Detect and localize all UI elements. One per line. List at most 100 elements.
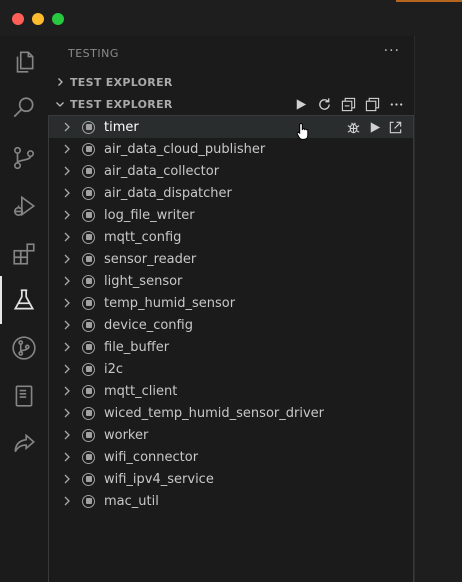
chevron-right-icon[interactable] bbox=[63, 386, 75, 396]
test-status-icon bbox=[82, 296, 95, 310]
notebook-icon bbox=[15, 385, 33, 407]
section-header-collapsed[interactable]: TEST EXPLORER bbox=[48, 71, 414, 93]
test-item-label: sensor_reader bbox=[104, 251, 197, 267]
test-item-wifi_ipv4_service[interactable]: wifi_ipv4_service bbox=[49, 468, 413, 490]
notebook-button[interactable] bbox=[0, 372, 48, 420]
chevron-right-icon[interactable] bbox=[63, 166, 75, 176]
chevron-right-icon[interactable] bbox=[63, 364, 75, 374]
chevron-right-icon[interactable] bbox=[63, 342, 75, 352]
go-to-test-icon bbox=[389, 121, 401, 133]
test-item-sensor_reader[interactable]: sensor_reader bbox=[49, 248, 413, 270]
testing-flask-icon bbox=[13, 289, 35, 310]
chevron-right-icon[interactable] bbox=[63, 232, 75, 242]
chevron-right-icon[interactable] bbox=[63, 320, 75, 330]
maximize-window-button[interactable] bbox=[52, 13, 64, 25]
run-all-tests-button[interactable] bbox=[292, 96, 308, 112]
show-output-button[interactable] bbox=[364, 96, 380, 112]
test-item-label: worker bbox=[104, 427, 149, 443]
run-icon bbox=[296, 98, 306, 110]
chevron-right-icon[interactable] bbox=[63, 298, 75, 308]
go-to-test-button[interactable] bbox=[387, 119, 403, 135]
refresh-tests-button[interactable] bbox=[316, 96, 332, 112]
chevron-right-icon[interactable] bbox=[63, 496, 75, 506]
more-actions-button[interactable] bbox=[388, 96, 404, 112]
debug-test-icon bbox=[347, 122, 359, 133]
run-test-icon bbox=[370, 121, 380, 133]
git-graph-button[interactable] bbox=[0, 324, 48, 372]
test-item-label: mac_util bbox=[104, 493, 159, 509]
test-item-air_data_collector[interactable]: air_data_collector bbox=[49, 160, 413, 182]
live-share-icon bbox=[14, 433, 35, 452]
search-icon bbox=[13, 97, 34, 118]
run-test-button[interactable] bbox=[366, 119, 382, 135]
chevron-right-icon[interactable] bbox=[63, 430, 75, 440]
test-status-icon bbox=[82, 362, 95, 376]
test-status-icon bbox=[82, 384, 95, 398]
test-status-icon bbox=[82, 472, 95, 486]
editor-area bbox=[415, 36, 462, 582]
explorer-button[interactable] bbox=[0, 38, 48, 86]
test-item-mqtt_config[interactable]: mqtt_config bbox=[49, 226, 413, 248]
section-toolbar bbox=[292, 93, 404, 115]
test-item-label: light_sensor bbox=[104, 273, 183, 289]
chevron-right-icon[interactable] bbox=[63, 210, 75, 220]
test-item-label: air_data_cloud_publisher bbox=[104, 141, 266, 157]
chevron-right-icon[interactable] bbox=[63, 254, 75, 264]
live-share-button[interactable] bbox=[0, 420, 48, 468]
testing-button[interactable] bbox=[0, 276, 48, 324]
chevron-right-icon[interactable] bbox=[63, 144, 75, 154]
test-item-label: log_file_writer bbox=[104, 207, 195, 223]
test-item-file_buffer[interactable]: file_buffer bbox=[49, 336, 413, 358]
title-bar bbox=[0, 0, 462, 36]
test-item-air_data_dispatcher[interactable]: air_data_dispatcher bbox=[49, 182, 413, 204]
test-status-icon bbox=[82, 164, 95, 178]
test-item-label: air_data_collector bbox=[104, 163, 220, 179]
test-item-wifi_connector[interactable]: wifi_connector bbox=[49, 446, 413, 468]
chevron-right-icon[interactable] bbox=[63, 408, 75, 418]
test-item-log_file_writer[interactable]: log_file_writer bbox=[49, 204, 413, 226]
test-tree: timer air_data_cloud_publisher air_data_co… bbox=[48, 115, 414, 582]
source-control-icon bbox=[13, 146, 35, 170]
test-item-mac_util[interactable]: mac_util bbox=[49, 490, 413, 512]
minimize-window-button[interactable] bbox=[32, 13, 44, 25]
sidebar-title: TESTING bbox=[68, 47, 119, 60]
section-header-expanded[interactable]: TEST EXPLORER bbox=[48, 93, 414, 115]
chevron-right-icon[interactable] bbox=[63, 122, 75, 132]
run-debug-button[interactable] bbox=[0, 182, 48, 230]
test-item-label: timer bbox=[104, 119, 139, 135]
chevron-right-icon[interactable] bbox=[63, 452, 75, 462]
activity-bar bbox=[0, 36, 48, 582]
test-item-mqtt_client[interactable]: mqtt_client bbox=[49, 380, 413, 402]
extensions-button[interactable] bbox=[0, 230, 48, 278]
debug-test-button[interactable] bbox=[345, 119, 361, 135]
test-item-worker[interactable]: worker bbox=[49, 424, 413, 446]
test-item-label: wifi_ipv4_service bbox=[104, 471, 214, 487]
test-item-label: device_config bbox=[104, 317, 193, 333]
test-status-icon bbox=[82, 186, 95, 200]
test-status-icon bbox=[82, 428, 95, 442]
test-item-i2c[interactable]: i2c bbox=[49, 358, 413, 380]
test-item-wiced_temp_humid_sensor_driver[interactable]: wiced_temp_humid_sensor_driver bbox=[49, 402, 413, 424]
test-status-icon bbox=[82, 252, 95, 266]
sidebar-more-icon[interactable]: ··· bbox=[384, 43, 400, 59]
close-window-button[interactable] bbox=[12, 13, 24, 25]
test-status-icon bbox=[82, 406, 95, 420]
test-item-device_config[interactable]: device_config bbox=[49, 314, 413, 336]
test-status-icon bbox=[82, 340, 95, 354]
test-item-light_sensor[interactable]: light_sensor bbox=[49, 270, 413, 292]
test-item-timer[interactable]: timer bbox=[49, 116, 413, 138]
hand-pointer-cursor-icon bbox=[296, 122, 309, 140]
chevron-right-icon[interactable] bbox=[63, 188, 75, 198]
test-item-label: wiced_temp_humid_sensor_driver bbox=[104, 405, 324, 421]
chevron-right-icon[interactable] bbox=[63, 276, 75, 286]
refresh-icon bbox=[318, 97, 330, 110]
test-item-air_data_cloud_publisher[interactable]: air_data_cloud_publisher bbox=[49, 138, 413, 160]
collapse-all-button[interactable] bbox=[340, 96, 356, 112]
chevron-right-icon bbox=[50, 77, 70, 87]
git-graph-icon bbox=[12, 336, 36, 360]
test-item-temp_humid_sensor[interactable]: temp_humid_sensor bbox=[49, 292, 413, 314]
search-button[interactable] bbox=[0, 84, 48, 132]
test-status-icon bbox=[82, 318, 95, 332]
chevron-right-icon[interactable] bbox=[63, 474, 75, 484]
source-control-button[interactable] bbox=[0, 134, 48, 182]
